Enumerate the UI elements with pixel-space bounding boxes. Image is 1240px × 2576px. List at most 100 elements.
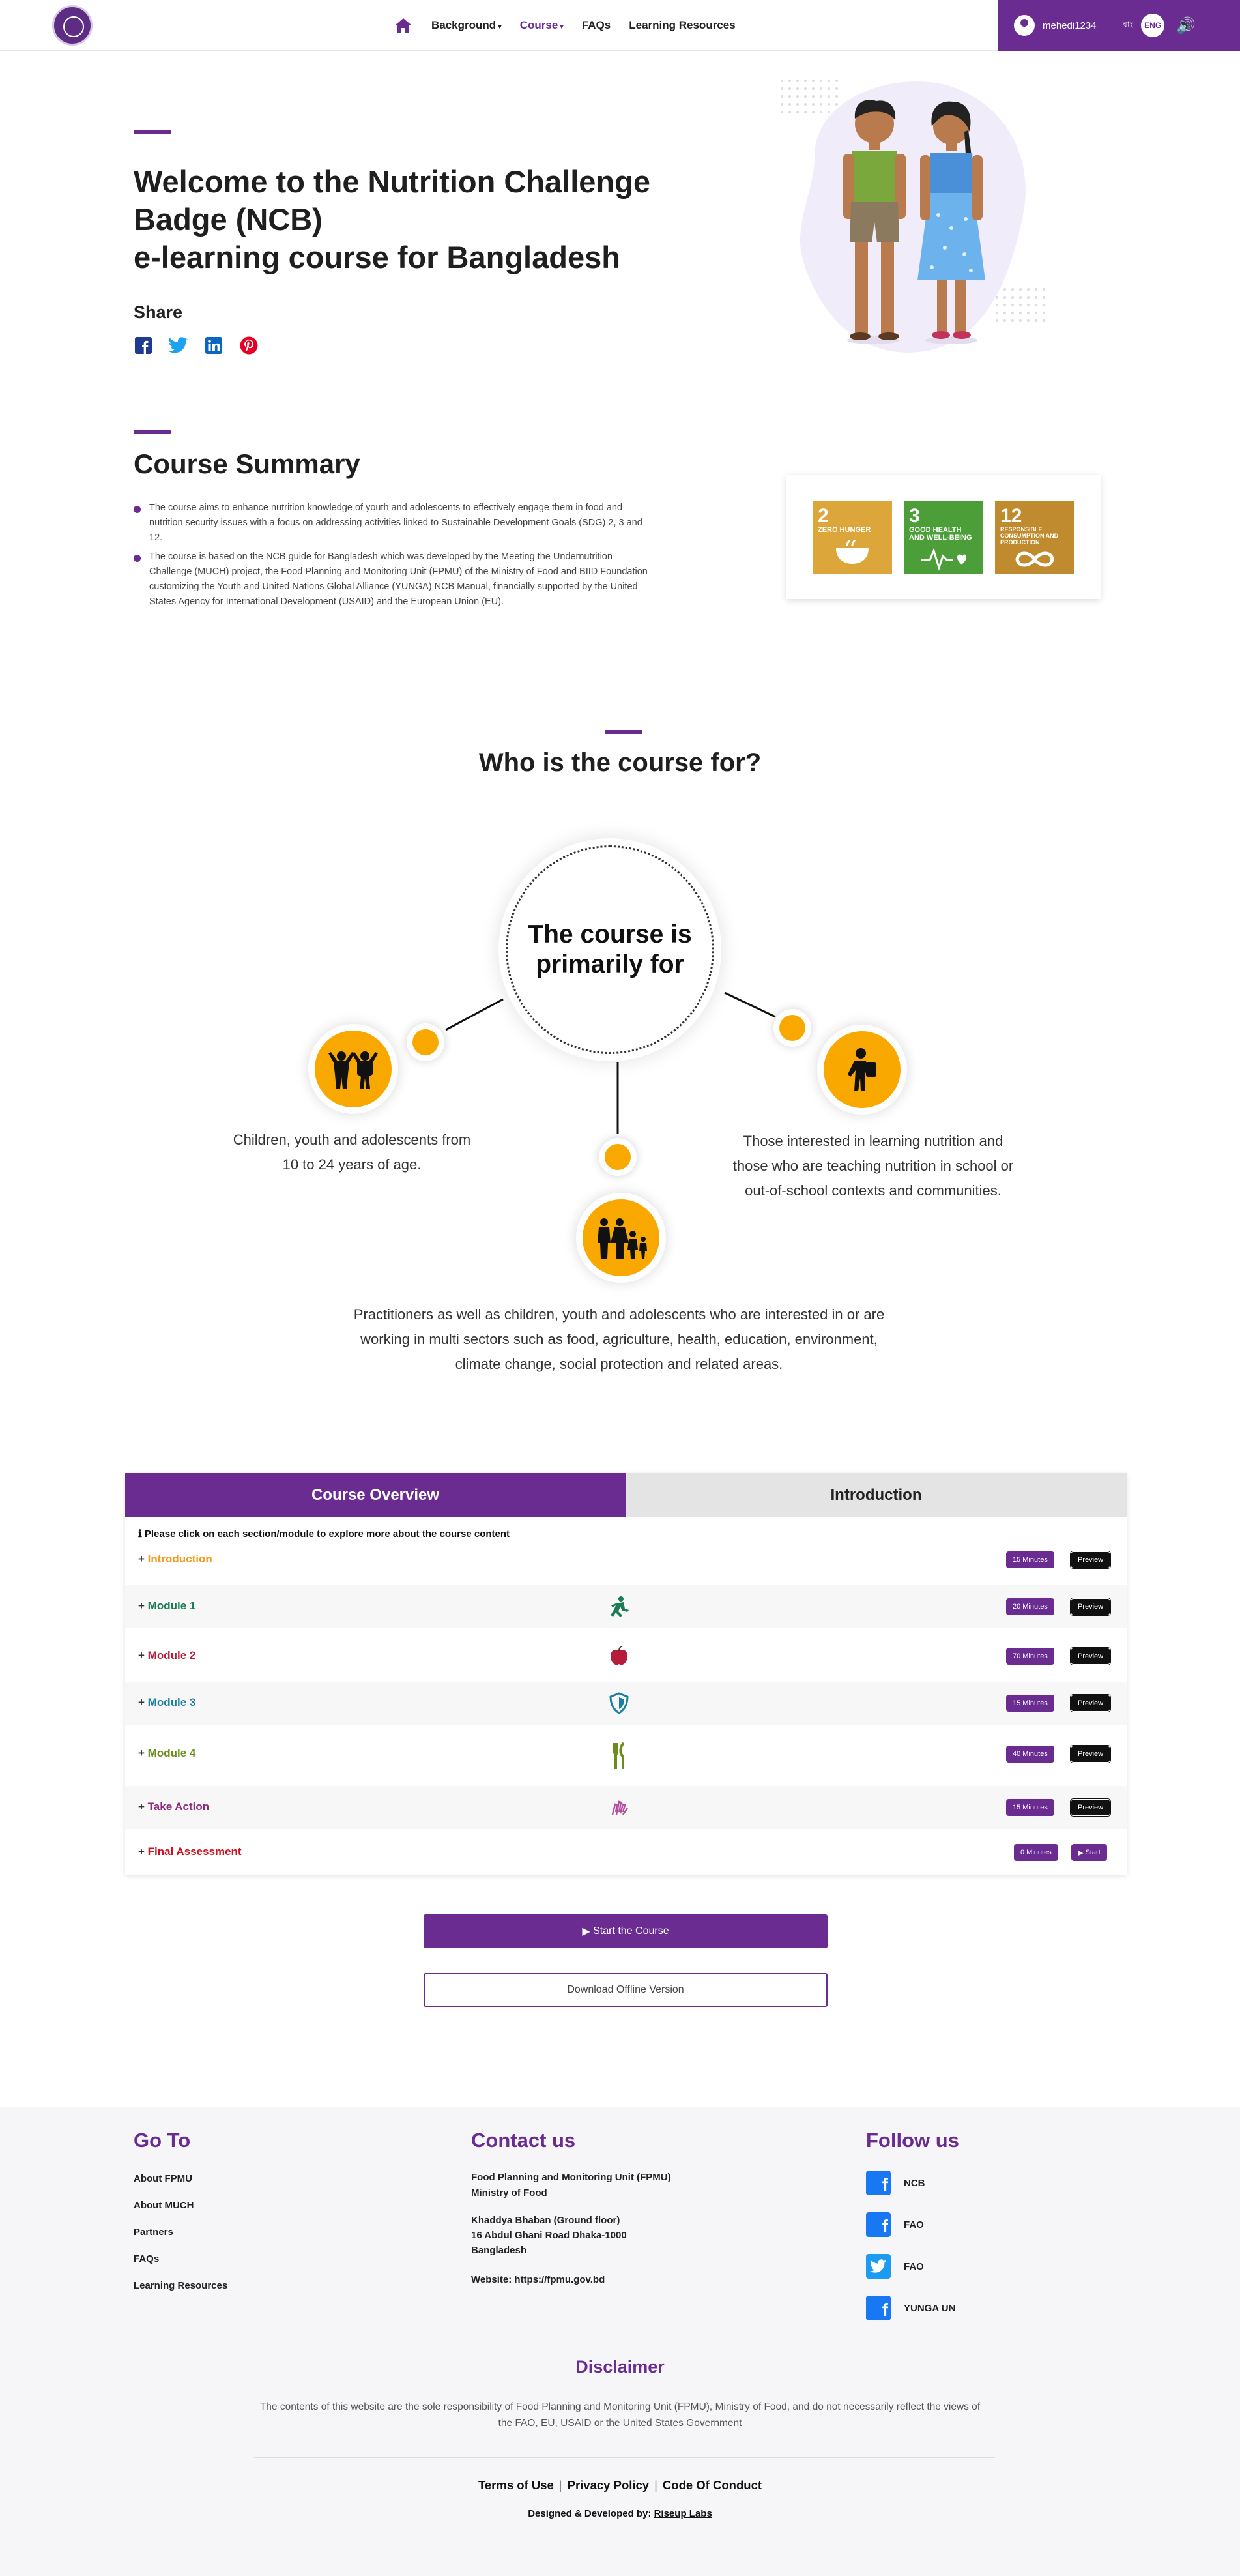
page-title: Welcome to the Nutrition Challenge Badge… bbox=[134, 163, 720, 276]
conduct-link[interactable]: Code Of Conduct bbox=[663, 2478, 762, 2492]
footer-divider bbox=[254, 2457, 995, 2458]
center-line: primarily for bbox=[536, 950, 684, 978]
footer-link-learning-resources[interactable]: Learning Resources bbox=[134, 2280, 227, 2291]
module-label[interactable]: + Module 4 bbox=[138, 1747, 195, 1760]
start-course-button[interactable]: ▶ Start the Course bbox=[424, 1914, 828, 1948]
pinterest-icon[interactable] bbox=[239, 336, 259, 355]
twitter-icon[interactable] bbox=[169, 336, 188, 355]
sdg-card: 2 ZERO HUNGER 3 GOOD HEALTH AND WELL-BEI… bbox=[786, 475, 1101, 599]
lang-bangla-option[interactable]: বাং bbox=[1123, 19, 1134, 33]
tab-course-overview[interactable]: Course Overview bbox=[125, 1473, 626, 1517]
text-line: Practitioners as well as children, youth… bbox=[353, 1306, 885, 1323]
goto-heading: Go To bbox=[134, 2129, 191, 2152]
user-avatar-icon[interactable] bbox=[1014, 15, 1035, 36]
facebook-icon[interactable]: f bbox=[866, 2171, 891, 2195]
module-label[interactable]: + Take Action bbox=[138, 1800, 209, 1813]
user-name[interactable]: mehedi1234 bbox=[1043, 20, 1097, 31]
module-row-4[interactable]: + Module 4 40 Minutes Preview bbox=[125, 1729, 1127, 1781]
module-label[interactable]: + Module 2 bbox=[138, 1649, 195, 1662]
shield-icon bbox=[607, 1691, 631, 1715]
module-row-take-action[interactable]: + Take Action 15 Minutes Preview bbox=[125, 1786, 1127, 1829]
module-label[interactable]: + Introduction bbox=[138, 1553, 212, 1566]
center-line: The course is bbox=[528, 920, 692, 948]
preview-button[interactable]: Preview bbox=[1071, 1551, 1111, 1568]
site-logo[interactable] bbox=[52, 5, 93, 46]
terms-link[interactable]: Terms of Use bbox=[478, 2478, 554, 2492]
center-label: The course is primarily for bbox=[506, 845, 714, 1054]
text-line: those who are teaching nutrition in scho… bbox=[732, 1158, 1014, 1174]
duration-badge: 0 Minutes bbox=[1014, 1844, 1058, 1861]
preview-button[interactable]: Preview bbox=[1071, 1799, 1111, 1816]
nav-course[interactable]: Course ▾ bbox=[520, 19, 564, 32]
home-icon[interactable] bbox=[394, 17, 413, 34]
riseup-labs-link[interactable]: Riseup Labs bbox=[654, 2508, 712, 2519]
family-icon bbox=[576, 1193, 666, 1283]
note-text: Please click on each section/module to e… bbox=[144, 1529, 510, 1540]
preview-button[interactable]: Preview bbox=[1071, 1648, 1111, 1665]
audience-practitioners-text: Practitioners as well as children, youth… bbox=[293, 1302, 945, 1377]
chevron-down-icon: ▾ bbox=[498, 23, 502, 31]
speaker-icon[interactable]: 🔊 bbox=[1176, 16, 1196, 35]
disclaimer-text: The contents of this website are the sol… bbox=[259, 2401, 981, 2429]
start-assessment-button[interactable]: ▶ Start bbox=[1071, 1844, 1107, 1861]
follow-link-ncb[interactable]: NCB bbox=[904, 2178, 925, 2189]
footer-link-about-much[interactable]: About MUCH bbox=[134, 2200, 194, 2211]
nav-faqs[interactable]: FAQs bbox=[582, 19, 611, 32]
play-icon: ▶ bbox=[1078, 1849, 1086, 1857]
main-nav: Background ▾ Course ▾ FAQs Learning Resour… bbox=[394, 14, 736, 37]
follow-link-fao-facebook[interactable]: FAO bbox=[904, 2219, 924, 2231]
facebook-icon[interactable]: f bbox=[866, 2212, 891, 2237]
follow-link-fao-twitter[interactable]: FAO bbox=[904, 2261, 924, 2272]
duration-badge: 15 Minutes bbox=[1006, 1799, 1054, 1816]
module-label[interactable]: + Module 3 bbox=[138, 1696, 195, 1709]
contact-heading: Contact us bbox=[471, 2129, 576, 2152]
linkedin-icon[interactable] bbox=[204, 336, 223, 355]
contact-address-line: Bangladesh bbox=[471, 2245, 527, 2256]
children-icon bbox=[308, 1024, 398, 1114]
preview-button[interactable]: Preview bbox=[1071, 1598, 1111, 1615]
apple-icon bbox=[607, 1645, 631, 1668]
download-offline-button[interactable]: Download Offline Version bbox=[424, 1973, 828, 2007]
facebook-icon[interactable]: f bbox=[866, 2296, 891, 2320]
twitter-icon[interactable] bbox=[866, 2254, 891, 2279]
text-line: 10 to 24 years of age. bbox=[282, 1156, 422, 1173]
contact-address-line: 16 Abdul Ghani Road Dhaka-1000 bbox=[471, 2230, 627, 2241]
preview-button[interactable]: Preview bbox=[1071, 1746, 1111, 1763]
connector-dot bbox=[599, 1138, 637, 1176]
module-row-2[interactable]: + Module 2 70 Minutes Preview bbox=[125, 1635, 1127, 1678]
contact-website[interactable]: Website: https://fpmu.gov.bd bbox=[471, 2274, 605, 2285]
nav-learning-resources[interactable]: Learning Resources bbox=[629, 19, 735, 32]
module-row-final-assessment[interactable]: + Final Assessment 0 Minutes ▶ Start bbox=[125, 1834, 1127, 1869]
contact-org: Food Planning and Monitoring Unit (FPMU) bbox=[471, 2172, 671, 2183]
info-icon: ℹ bbox=[138, 1529, 145, 1540]
hands-icon bbox=[607, 1796, 631, 1819]
preview-button[interactable]: Preview bbox=[1071, 1695, 1111, 1712]
summary-accent-bar bbox=[134, 430, 171, 434]
disclaimer-heading: Disclaimer bbox=[575, 2357, 665, 2377]
privacy-link[interactable]: Privacy Policy bbox=[568, 2478, 649, 2492]
text-line: out-of-school contexts and communities. bbox=[745, 1182, 1002, 1199]
module-row-introduction[interactable]: + Introduction 15 Minutes Preview bbox=[125, 1545, 1127, 1573]
footer-link-about-fpmu[interactable]: About FPMU bbox=[134, 2173, 192, 2184]
nav-background[interactable]: Background ▾ bbox=[431, 19, 502, 32]
module-label[interactable]: + Final Assessment bbox=[138, 1845, 242, 1858]
utensils-icon bbox=[607, 1742, 631, 1770]
sdg-label: ZERO HUNGER bbox=[818, 526, 871, 534]
module-row-3[interactable]: + Module 3 15 Minutes Preview bbox=[125, 1682, 1127, 1725]
running-figure-icon bbox=[607, 1595, 631, 1618]
legal-links: Terms of Use | Privacy Policy | Code Of Cond… bbox=[0, 2478, 1240, 2493]
module-row-1[interactable]: + Module 1 20 Minutes Preview bbox=[125, 1585, 1127, 1628]
footer-link-partners[interactable]: Partners bbox=[134, 2227, 173, 2238]
module-label[interactable]: + Module 1 bbox=[138, 1600, 195, 1613]
facebook-icon[interactable] bbox=[134, 336, 153, 355]
lang-english-option[interactable]: ENG bbox=[1141, 14, 1165, 37]
duration-badge: 15 Minutes bbox=[1006, 1695, 1054, 1712]
follow-link-yunga[interactable]: YUNGA UN bbox=[904, 2303, 955, 2314]
footer-link-faqs[interactable]: FAQs bbox=[134, 2253, 159, 2264]
follow-heading: Follow us bbox=[866, 2129, 959, 2152]
sdg-12-tile: 12 RESPONSIBLE CONSUMPTION AND PRODUCTIO… bbox=[995, 501, 1074, 574]
connector-dot bbox=[407, 1023, 444, 1061]
tab-introduction[interactable]: Introduction bbox=[626, 1473, 1127, 1517]
sdg-number: 3 bbox=[909, 505, 920, 527]
title-line: Badge (NCB) bbox=[134, 202, 323, 237]
